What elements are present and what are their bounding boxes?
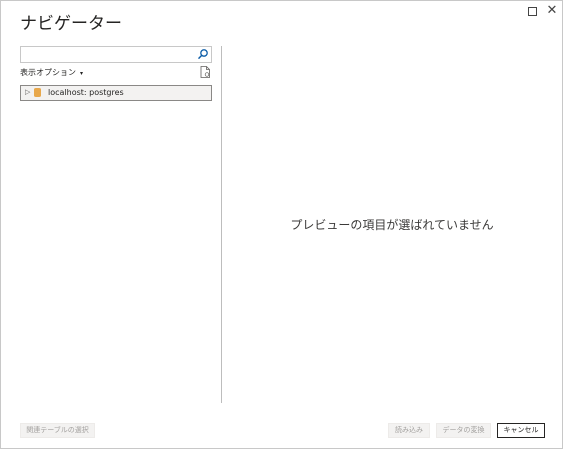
search-icon[interactable]	[197, 48, 209, 60]
chevron-down-icon: ▾	[80, 70, 84, 77]
tree-item-label: localhost: postgres	[48, 88, 124, 97]
search-input[interactable]	[21, 53, 195, 67]
expand-icon[interactable]: ▷	[25, 88, 30, 96]
preview-empty-message: プレビューの項目が選ばれていません	[290, 218, 494, 232]
display-options-label: 表示オプション	[20, 68, 76, 77]
display-options-dropdown[interactable]: 表示オプション ▾	[20, 67, 83, 78]
tree-item-localhost-postgres[interactable]: ▷ localhost: postgres	[20, 85, 212, 101]
search-box	[20, 46, 212, 67]
close-icon: ✕	[546, 3, 558, 18]
maximize-icon	[527, 7, 537, 16]
close-button[interactable]: ✕	[544, 3, 560, 19]
load-button[interactable]: 読み込み	[388, 423, 430, 438]
navigator-window: ナビゲーター ✕ 表示オプション ▾ ▷ localhost: postgres …	[0, 0, 563, 449]
transform-data-button[interactable]: データの変換	[436, 423, 491, 438]
database-icon	[34, 88, 41, 97]
maximize-button[interactable]	[524, 3, 540, 19]
document-refresh-icon[interactable]	[200, 66, 211, 78]
cancel-button[interactable]: キャンセル	[497, 423, 545, 438]
window-title: ナビゲーター	[20, 14, 122, 34]
select-related-tables-button[interactable]: 関連テーブルの選択	[20, 423, 95, 438]
